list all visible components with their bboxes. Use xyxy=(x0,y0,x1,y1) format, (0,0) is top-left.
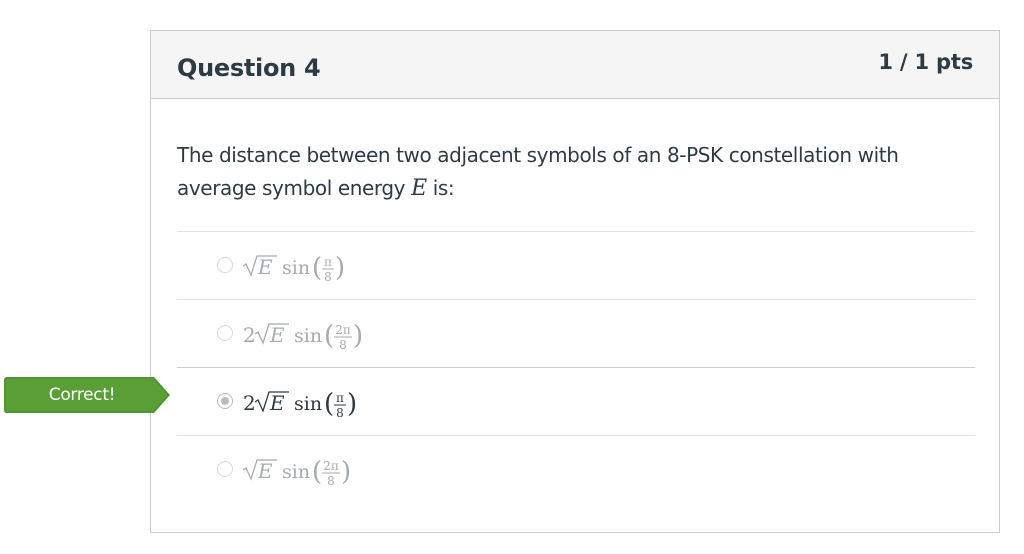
formula-radicand: E xyxy=(269,391,285,415)
answer-option-2[interactable]: 2 Esin(2π 8) xyxy=(177,299,975,367)
question-title: Question 4 xyxy=(177,54,321,82)
answer-formula-4: Esin(2π8) xyxy=(243,457,351,488)
answer-list: Esin(π 8) 2 Esin(2π 8) 2 Esin(π 8) Esin(2π 8) xyxy=(177,231,975,503)
formula-radicand: E xyxy=(257,255,273,279)
question-text-start: The distance between two adjacent symbol… xyxy=(177,143,899,200)
formula-function: sin xyxy=(294,325,322,347)
answer-formula-3: 2 Esin(π8) xyxy=(243,389,357,420)
correct-answer-flag: Correct! xyxy=(4,377,170,413)
formula-numerator: 2π xyxy=(323,459,339,473)
answer-radio-4[interactable] xyxy=(217,461,233,477)
question-text: The distance between two adjacent symbol… xyxy=(177,139,967,205)
question-card: Question 4 1 / 1 pts The distance betwee… xyxy=(150,30,1000,533)
answer-formula-1: Esin(π8) xyxy=(243,253,345,284)
answer-radio-2[interactable] xyxy=(217,325,233,341)
answer-radio-1[interactable] xyxy=(217,257,233,273)
formula-numerator: π xyxy=(336,391,344,405)
answer-formula-2: 2 Esin(2π8) xyxy=(243,321,363,352)
formula-denominator: 8 xyxy=(327,474,335,488)
formula-left-paren: ( xyxy=(324,389,334,419)
formula-coefficient: 2 xyxy=(243,323,256,347)
correct-label: Correct! xyxy=(48,385,116,405)
question-text-end: is: xyxy=(426,176,455,200)
answer-option-1[interactable]: Esin(π 8) xyxy=(177,231,975,299)
formula-denominator: 8 xyxy=(339,338,347,352)
formula-right-paren: ) xyxy=(341,457,351,487)
formula-right-paren: ) xyxy=(335,253,345,283)
formula-radicand: E xyxy=(257,459,273,483)
question-header: Question 4 1 / 1 pts xyxy=(151,31,999,99)
question-points: 1 / 1 pts xyxy=(878,50,973,74)
formula-function: sin xyxy=(294,393,322,415)
formula-function: sin xyxy=(282,257,310,279)
answer-option-4[interactable]: Esin(2π 8) xyxy=(177,435,975,503)
answer-radio-3[interactable] xyxy=(217,393,233,409)
answer-option-3[interactable]: 2 Esin(π 8) xyxy=(177,367,975,435)
formula-denominator: 8 xyxy=(324,270,332,284)
formula-denominator: 8 xyxy=(336,406,344,420)
formula-function: sin xyxy=(282,461,310,483)
formula-left-paren: ( xyxy=(312,457,322,487)
formula-left-paren: ( xyxy=(312,253,322,283)
formula-coefficient: 2 xyxy=(243,391,256,415)
formula-left-paren: ( xyxy=(324,321,334,351)
energy-variable: E xyxy=(411,176,427,201)
formula-numerator: 2π xyxy=(335,323,351,337)
formula-right-paren: ) xyxy=(347,389,357,419)
formula-right-paren: ) xyxy=(353,321,363,351)
formula-radicand: E xyxy=(269,323,285,347)
formula-numerator: π xyxy=(324,255,332,269)
